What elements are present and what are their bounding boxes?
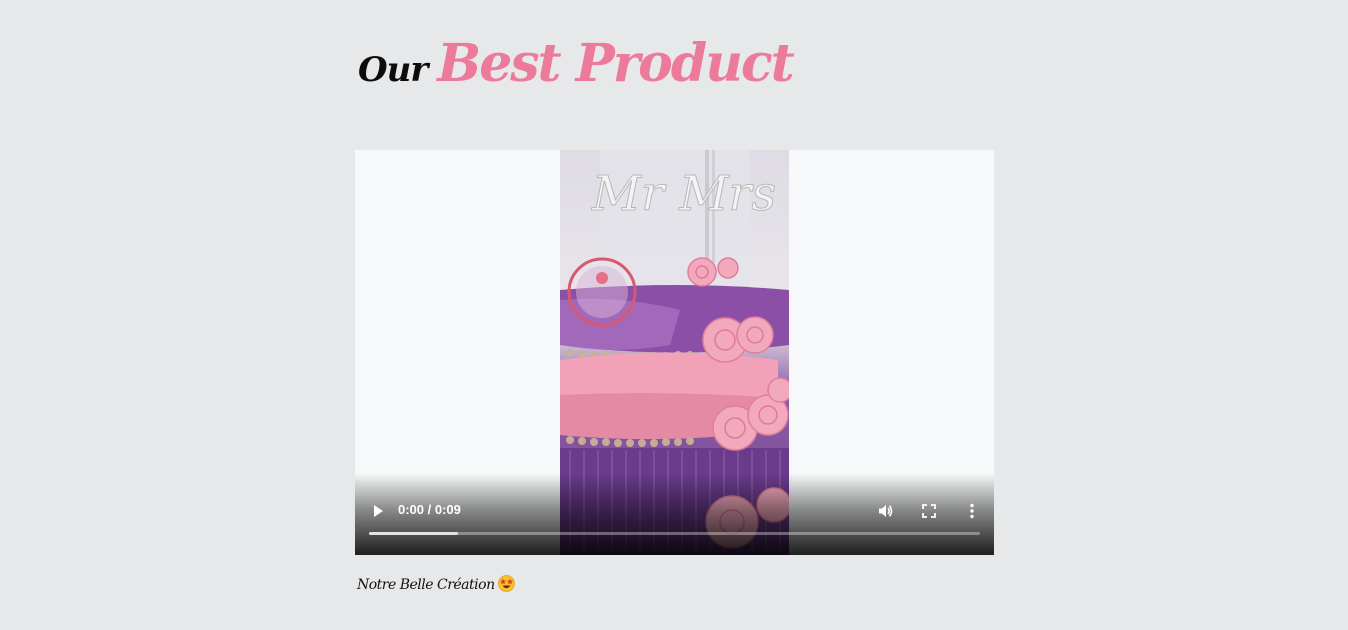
buffered-fill: [369, 532, 459, 535]
volume-icon: [879, 505, 893, 517]
fullscreen-icon: [922, 504, 936, 518]
progress-bar[interactable]: [369, 532, 980, 535]
time-display: 0:00 / 0:09: [398, 502, 461, 517]
video-player[interactable]: Mr Mrs 0:00 / 0:09: [355, 150, 994, 555]
more-options-button[interactable]: [958, 497, 986, 525]
caption-text: Notre Belle Création: [357, 577, 495, 593]
heading-highlight: Best Product: [437, 33, 794, 94]
video-controls: 0:00 / 0:09: [355, 473, 994, 555]
play-icon: [374, 505, 383, 517]
more-vert-icon: [970, 503, 974, 519]
volume-button[interactable]: [872, 497, 900, 525]
fullscreen-button[interactable]: [915, 497, 943, 525]
heading-prefix: Our: [358, 50, 428, 90]
video-caption: Notre Belle Création: [357, 575, 515, 596]
page: Our Best Product Mr Mrs 0:00 / 0:09 Notr…: [0, 0, 1348, 630]
play-button[interactable]: [364, 497, 392, 525]
section-heading: Our Best Product: [358, 38, 795, 90]
star-struck-emoji-icon: [497, 575, 515, 596]
cake-topper-text: Mr Mrs: [591, 166, 776, 222]
